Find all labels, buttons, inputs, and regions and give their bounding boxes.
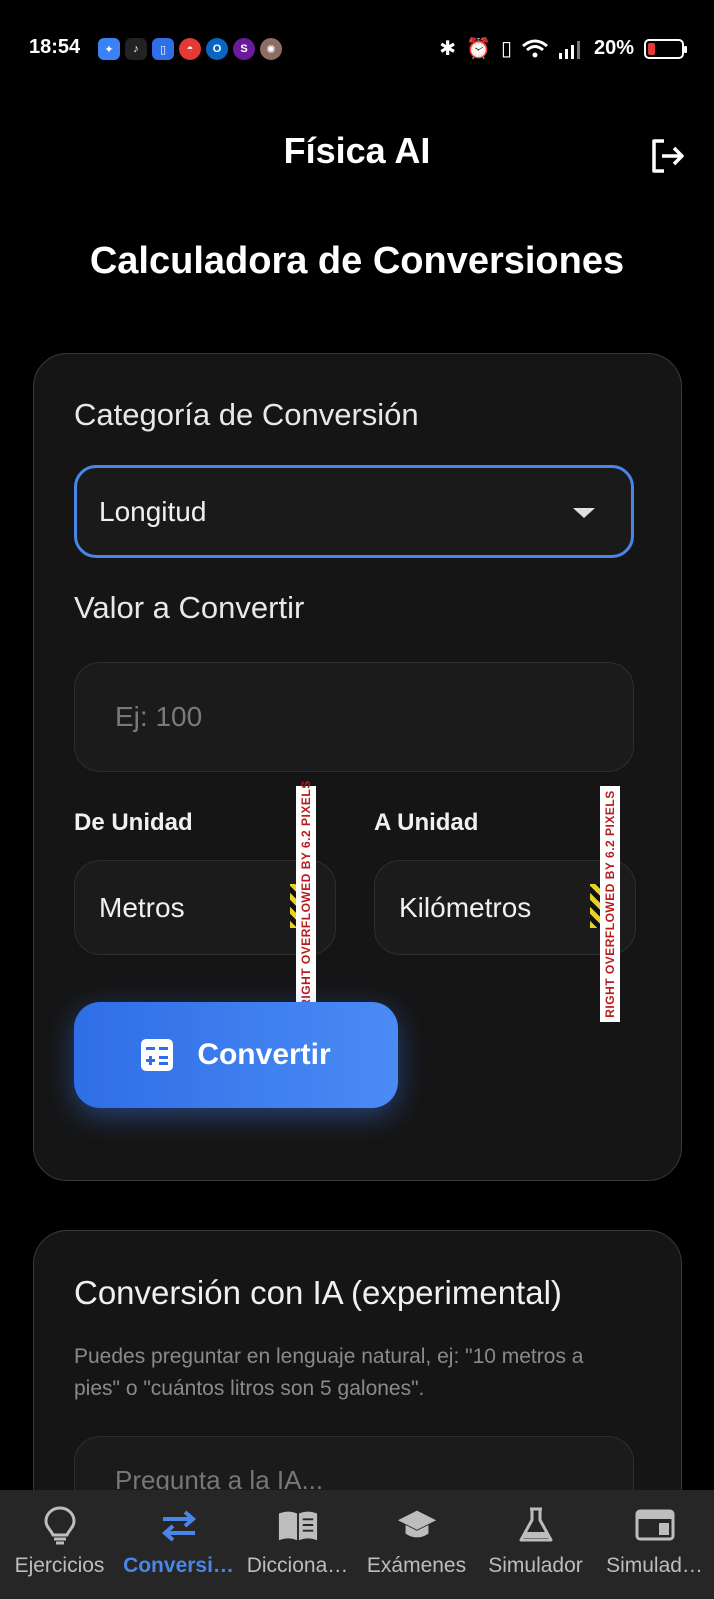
app-title: Física AI xyxy=(283,130,431,171)
tiktok-icon: ♪ xyxy=(125,38,147,60)
overflow-warning-text: RIGHT OVERFLOWED BY 6.2 PIXELS xyxy=(603,790,617,1018)
value-input-field[interactable] xyxy=(74,662,634,772)
to-unit-label: A Unidad xyxy=(374,809,479,836)
alarm-icon: ⏰ xyxy=(466,38,491,60)
swap-arrows-icon xyxy=(158,1504,200,1546)
convert-button-label: Convertir xyxy=(197,1038,331,1071)
battery-percent: 20% xyxy=(593,37,634,59)
value-input[interactable] xyxy=(115,701,633,733)
logout-icon xyxy=(652,139,684,173)
nav-label: Exámenes xyxy=(366,1554,467,1577)
category-label: Categoría de Conversión xyxy=(74,397,419,432)
logout-button[interactable] xyxy=(644,133,690,179)
from-unit-value: Metros xyxy=(99,891,185,923)
pokeball-icon: ◓ xyxy=(179,38,201,60)
convert-button[interactable]: Convertir xyxy=(74,1002,398,1108)
system-indicators: ✱ ⏰ ▯ 20% xyxy=(439,36,687,61)
nav-label: Simulador xyxy=(488,1554,583,1577)
browser-window-icon xyxy=(634,1504,676,1546)
book-icon xyxy=(277,1504,319,1546)
bluetooth-icon: ✱ xyxy=(439,38,457,60)
nav-item-conversiones[interactable]: Conversi… xyxy=(119,1490,238,1599)
game-icon: ✺ xyxy=(260,38,282,60)
nav-label: Simulad… xyxy=(606,1554,703,1577)
signal-icon xyxy=(558,40,580,59)
overflow-warning-text: RIGHT OVERFLOWED BY 6.2 PIXELS xyxy=(299,780,313,1008)
ai-conversion-description: Puedes preguntar en lenguaje natural, ej… xyxy=(74,1345,584,1400)
flask-icon xyxy=(515,1504,557,1546)
to-unit-value: Kilómetros xyxy=(399,891,532,923)
converter-card: Categoría de Conversión Longitud Valor a… xyxy=(33,353,682,1181)
nav-item-simulador[interactable]: Simulador xyxy=(476,1490,595,1599)
app-phone-icon: ▯ xyxy=(152,38,174,60)
status-bar: 18:54 ✦ ♪ ▯ ◓ O S ✺ ✱ ⏰ ▯ 20% xyxy=(0,0,714,100)
nav-label: Diccionа… xyxy=(246,1554,349,1577)
ai-conversion-title: Conversión con IA (experimental) xyxy=(74,1274,562,1311)
graduation-cap-icon xyxy=(396,1504,438,1546)
category-dropdown[interactable]: Longitud xyxy=(74,465,634,558)
lightbulb-icon xyxy=(39,1504,81,1546)
bottom-navigation: Ejercicios Conversi… Diccionа… Exámenes … xyxy=(0,1490,714,1599)
overflow-warning-banner: RIGHT OVERFLOWED BY 6.2 PIXELS xyxy=(600,786,620,1022)
page-title: Calculadora de Conversiones xyxy=(89,240,625,282)
outlook-icon: O xyxy=(206,38,228,60)
nav-item-examenes[interactable]: Exámenes xyxy=(357,1490,476,1599)
notification-icons: ✦ ♪ ▯ ◓ O S ✺ xyxy=(98,38,282,60)
value-label: Valor a Convertir xyxy=(74,590,305,625)
overflow-warning-banner: RIGHT OVERFLOWED BY 6.2 PIXELS xyxy=(296,780,316,1008)
calculator-icon xyxy=(141,1039,174,1071)
nav-item-simulador-2[interactable]: Simulad… xyxy=(595,1490,714,1599)
nav-label: Ejercicios xyxy=(14,1554,105,1577)
status-time: 18:54 xyxy=(29,36,81,58)
wifi-icon xyxy=(522,39,548,57)
dropdown-arrow-icon xyxy=(573,508,595,518)
snap-icon: S xyxy=(233,38,255,60)
vibrate-icon: ▯ xyxy=(500,38,512,60)
nav-item-ejercicios[interactable]: Ejercicios xyxy=(0,1490,119,1599)
from-unit-label: De Unidad xyxy=(74,809,193,836)
nav-item-diccionario[interactable]: Diccionа… xyxy=(238,1490,357,1599)
battery-icon xyxy=(644,38,687,59)
category-value: Longitud xyxy=(99,495,207,527)
app-blue-icon: ✦ xyxy=(98,38,120,60)
nav-label: Conversi… xyxy=(123,1554,234,1577)
